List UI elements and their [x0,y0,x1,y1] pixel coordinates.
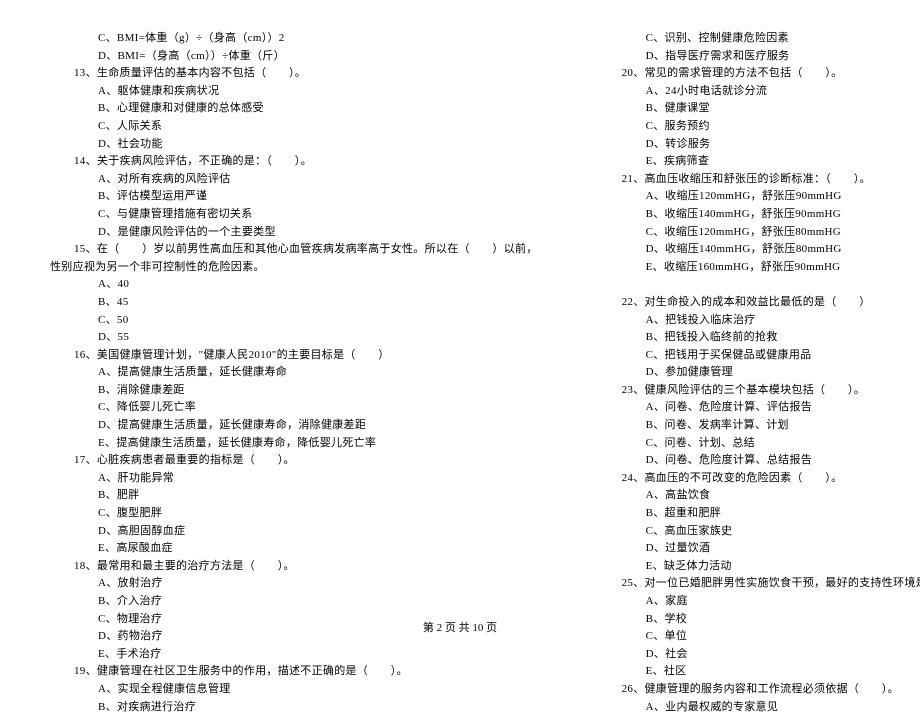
text-line: E、高尿酸血症 [50,540,538,558]
text-line: D、BMI=（身高（cm））÷体重（斤） [50,48,538,66]
text-line: 19、健康管理在社区卫生服务中的作用，描述不正确的是（ ）。 [50,663,538,681]
text-line: 性别应视为另一个非可控制性的危险因素。 [50,259,538,277]
text-line: 14、关于疾病风险评估，不正确的是：（ ）。 [50,153,538,171]
text-line: D、是健康风险评估的一个主要类型 [50,224,538,242]
text-line: 26、健康管理的服务内容和工作流程必须依据（ ）。 [598,681,920,699]
text-line: D、转诊服务 [598,136,920,154]
text-line: C、收缩压120mmHG，舒张压80mmHG [598,224,920,242]
text-line: C、50 [50,312,538,330]
text-line [598,276,920,294]
text-line: A、对所有疾病的风险评估 [50,171,538,189]
text-line: A、提高健康生活质量，延长健康寿命 [50,364,538,382]
text-line: C、人际关系 [50,118,538,136]
text-line: D、参加健康管理 [598,364,920,382]
text-line: C、降低婴儿死亡率 [50,399,538,417]
text-line: A、业内最权威的专家意见 [598,699,920,716]
text-line: B、问卷、发病率计算、计划 [598,417,920,435]
text-line: 24、高血压的不可改变的危险因素（ ）。 [598,470,920,488]
text-line: A、把钱投入临床治疗 [598,312,920,330]
text-line: E、提高健康生活质量，延长健康寿命，降低婴儿死亡率 [50,435,538,453]
text-line: B、介入治疗 [50,593,538,611]
text-line: C、BMI=体重（g）÷（身高（cm））2 [50,30,538,48]
text-line: 17、心脏疾病患者最重要的指标是（ ）。 [50,452,538,470]
text-line: 23、健康风险评估的三个基本模块包括（ ）。 [598,382,920,400]
text-line: A、肝功能异常 [50,470,538,488]
text-line: C、与健康管理措施有密切关系 [50,206,538,224]
text-line: D、过量饮酒 [598,540,920,558]
text-line: B、45 [50,294,538,312]
text-line: 13、生命质量评估的基本内容不包括（ ）。 [50,65,538,83]
text-line: B、消除健康差距 [50,382,538,400]
text-line: B、超重和肥胖 [598,505,920,523]
text-line: A、40 [50,276,538,294]
text-line: D、高胆固醇血症 [50,523,538,541]
text-line: D、55 [50,329,538,347]
text-line: B、收缩压140mmHG，舒张压90mmHG [598,206,920,224]
text-line: 25、对一位已婚肥胖男性实施饮食干预，最好的支持性环境是（ ）。 [598,575,920,593]
text-line: B、心理健康和对健康的总体感受 [50,100,538,118]
text-line: 21、高血压收缩压和舒张压的诊断标准：（ ）。 [598,171,920,189]
text-line: D、问卷、危险度计算、总结报告 [598,452,920,470]
text-line: 22、对生命投入的成本和效益比最低的是（ ） [598,294,920,312]
text-line: B、对疾病进行治疗 [50,699,538,716]
text-line: 18、最常用和最主要的治疗方法是（ ）。 [50,558,538,576]
text-line: A、高盐饮食 [598,487,920,505]
text-line: C、高血压家族史 [598,523,920,541]
text-line: B、把钱投入临终前的抢救 [598,329,920,347]
text-line: D、提高健康生活质量，延长健康寿命，消除健康差距 [50,417,538,435]
text-line: A、家庭 [598,593,920,611]
text-line: D、指导医疗需求和医疗服务 [598,48,920,66]
text-line: 20、常见的需求管理的方法不包括（ ）。 [598,65,920,83]
text-line: E、疾病筛查 [598,153,920,171]
text-line: C、问卷、计划、总结 [598,435,920,453]
text-line: D、社会 [598,646,920,664]
text-line: C、识别、控制健康危险因素 [598,30,920,48]
text-line: D、收缩压140mmHG，舒张压80mmHG [598,241,920,259]
text-line: B、健康课堂 [598,100,920,118]
text-line: C、把钱用于买保健品或健康用品 [598,347,920,365]
text-line: B、肥胖 [50,487,538,505]
text-line: 15、在（ ）岁以前男性高血压和其他心血管疾病发病率高于女性。所以在（ ）以前， [50,241,538,259]
page-footer: 第 2 页 共 10 页 [0,620,920,638]
left-column: C、BMI=体重（g）÷（身高（cm））2D、BMI=（身高（cm））÷体重（斤… [50,30,538,716]
right-column: C、识别、控制健康危险因素D、指导医疗需求和医疗服务20、常见的需求管理的方法不… [598,30,920,716]
text-line: A、问卷、危险度计算、评估报告 [598,399,920,417]
text-line: C、腹型肥胖 [50,505,538,523]
text-line: A、24小时电话就诊分流 [598,83,920,101]
two-column-layout: C、BMI=体重（g）÷（身高（cm））2D、BMI=（身高（cm））÷体重（斤… [50,30,870,716]
text-line: A、放射治疗 [50,575,538,593]
text-line: E、缺乏体力活动 [598,558,920,576]
text-line: A、收缩压120mmHG，舒张压90mmHG [598,188,920,206]
text-line: A、实现全程健康信息管理 [50,681,538,699]
text-line: E、收缩压160mmHG，舒张压90mmHG [598,259,920,277]
text-line: B、评估模型运用严谨 [50,188,538,206]
text-line: A、躯体健康和疾病状况 [50,83,538,101]
text-line: E、手术治疗 [50,646,538,664]
text-line: D、社会功能 [50,136,538,154]
text-line: C、服务预约 [598,118,920,136]
text-line: 16、美国健康管理计划，"健康人民2010"的主要目标是（ ） [50,347,538,365]
text-line: E、社区 [598,663,920,681]
